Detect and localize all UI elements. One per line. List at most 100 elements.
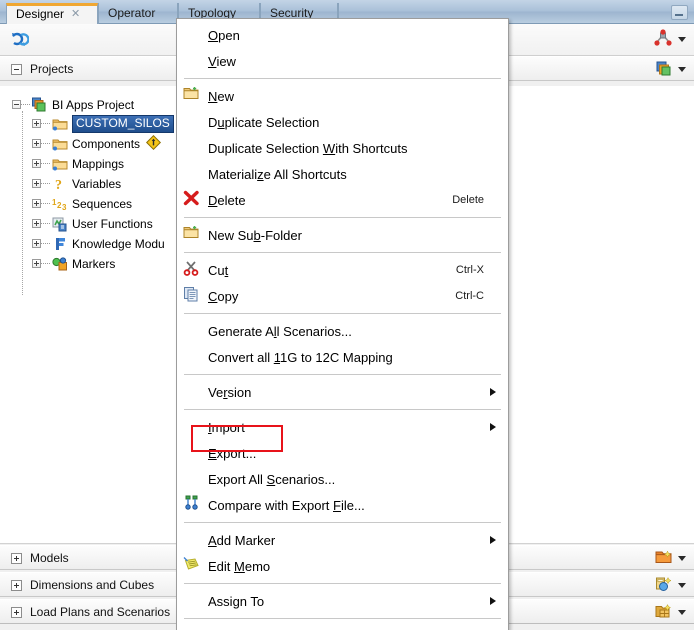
menu-separator [184, 217, 501, 218]
menu-item-new[interactable]: New [177, 83, 508, 109]
chevron-down-icon[interactable] [678, 37, 686, 42]
menu-label-export-all-scenarios: Export All Scenarios... [208, 471, 336, 487]
minimize-button[interactable] [671, 5, 688, 20]
chevron-down-icon-dimensions-and-cubes[interactable] [678, 583, 686, 588]
menu-label-delete: Delete [208, 192, 246, 208]
menu-accel-copy: Ctrl-C [455, 290, 484, 302]
chevron-down-icon-models[interactable] [678, 556, 686, 561]
menu-item-materialize-all-shortcuts[interactable]: Materialize All Shortcuts [177, 161, 508, 187]
panel-actions-load-plans-and-scenarios [655, 603, 686, 622]
menu-item-new-sub-folder[interactable]: New Sub-Folder [177, 222, 508, 248]
chevron-down-icon-projects[interactable] [678, 67, 686, 72]
menu-item-convert-all-11g-to-12c-mapping[interactable]: Convert all 11G to 12C Mapping [177, 344, 508, 370]
menu-separator [184, 583, 501, 584]
tree-line [41, 202, 50, 205]
close-icon[interactable]: ✕ [71, 8, 80, 20]
menu-icon-slot [183, 164, 205, 184]
tree-item-custom-silos[interactable]: CUSTOM_SILOS [32, 114, 174, 133]
panel-actions-models [655, 549, 686, 568]
tree-label-knowledge-modules: Knowledge Modu [72, 236, 165, 251]
tree-label-custom-silos: CUSTOM_SILOS [72, 114, 174, 133]
menu-item-copy[interactable]: Copy Ctrl-C [177, 283, 508, 309]
chevron-down-icon-load-plans-and-scenarios[interactable] [678, 610, 686, 615]
menu-label-assign-to: Assign To [208, 593, 265, 609]
menu-label-materialize-all-shortcuts: Materialize All Shortcuts [208, 166, 347, 182]
tree-item-sequences[interactable]: 1 2 3 Sequences [32, 194, 134, 213]
expand-toggle-custom-silos[interactable] [32, 119, 41, 128]
tab-operator[interactable]: Operator [98, 3, 178, 24]
delete-x-icon [183, 190, 205, 210]
menu-item-cut[interactable]: Cut Ctrl-X [177, 257, 508, 283]
menu-separator [184, 618, 501, 619]
svg-text:?: ? [55, 178, 62, 192]
menu-item-edit-memo[interactable]: Edit Memo [177, 553, 508, 579]
tree-item-components[interactable]: Components [32, 134, 162, 153]
new-model-folder-icon[interactable] [655, 549, 673, 568]
menu-label-new-sub-folder: New Sub-Folder [208, 227, 302, 243]
submenu-arrow-icon [490, 388, 496, 396]
menu-item-generate-all-scenarios[interactable]: Generate All Scenarios... [177, 318, 508, 344]
menu-item-print[interactable]: Print [177, 623, 508, 630]
copy-icon [183, 286, 205, 306]
tab-designer-label: Designer [16, 7, 65, 21]
expand-icon-models[interactable] [11, 553, 22, 564]
expand-toggle-sequences[interactable] [32, 199, 41, 208]
expand-toggle-knowledge-modules[interactable] [32, 239, 41, 248]
tab-designer[interactable]: Designer ✕ [6, 3, 98, 24]
tree-item-mappings[interactable]: Mappings [32, 154, 126, 173]
folder-icon [52, 156, 68, 172]
refresh-icon[interactable] [9, 30, 30, 50]
tree-line [41, 182, 50, 185]
expand-icon-load-plans-and-scenarios[interactable] [11, 607, 22, 618]
expand-toggle-markers[interactable] [32, 259, 41, 268]
expand-toggle-user-functions[interactable] [32, 219, 41, 228]
folder-icon [52, 116, 68, 132]
menu-item-duplicate-selection-with-shortcuts[interactable]: Duplicate Selection With Shortcuts [177, 135, 508, 161]
menu-item-compare-with-export-file[interactable]: Compare with Export File... [177, 492, 508, 518]
expand-toggle-variables[interactable] [32, 179, 41, 188]
menu-item-add-marker[interactable]: Add Marker [177, 527, 508, 553]
menu-icon-slot [183, 443, 205, 463]
tree-label-mappings: Mappings [72, 156, 125, 171]
folder-icon [52, 136, 68, 152]
menu-item-import[interactable]: Import [177, 414, 508, 440]
tree-line [41, 162, 50, 165]
tree-item-markers[interactable]: Markers [32, 254, 117, 273]
context-menu: Open View New Duplicate Selection Duplic [176, 18, 509, 630]
expand-toggle-root[interactable] [12, 100, 21, 109]
tree-item-variables[interactable]: ? Variables [32, 174, 123, 193]
connect-navigator-icon[interactable] [654, 29, 672, 50]
menu-item-view[interactable]: View [177, 48, 508, 74]
panel-actions-dimensions-and-cubes [655, 576, 686, 595]
menu-item-delete[interactable]: Delete Delete [177, 187, 508, 213]
menu-icon-slot [183, 530, 205, 550]
collapse-icon-projects[interactable] [11, 64, 22, 75]
menu-icon-slot [183, 626, 205, 630]
menu-icon-slot [183, 469, 205, 489]
menu-item-open[interactable]: Open [177, 22, 508, 48]
menu-icon-slot [183, 51, 205, 71]
new-folder-icon [183, 225, 205, 245]
tree-label-user-functions: User Functions [72, 216, 153, 231]
menu-icon-slot [183, 591, 205, 611]
tree-item-knowledge-modules[interactable]: Knowledge Modu [32, 234, 167, 253]
menu-item-version[interactable]: Version [177, 379, 508, 405]
menu-accel-delete: Delete [452, 194, 484, 206]
menu-item-duplicate-selection[interactable]: Duplicate Selection [177, 109, 508, 135]
tree-line [41, 242, 50, 245]
menu-item-export[interactable]: Export... [177, 440, 508, 466]
panel-actions-projects [656, 60, 686, 79]
new-project-icon[interactable] [656, 60, 673, 79]
menu-item-export-all-scenarios[interactable]: Export All Scenarios... [177, 466, 508, 492]
memo-icon [183, 556, 205, 576]
menu-label-import: Import [208, 419, 245, 435]
expand-toggle-mappings[interactable] [32, 159, 41, 168]
expand-toggle-components[interactable] [32, 139, 41, 148]
new-dimension-icon[interactable] [655, 576, 673, 595]
menu-item-assign-to[interactable]: Assign To [177, 588, 508, 614]
menu-label-new: New [208, 88, 235, 104]
new-load-plan-icon[interactable] [655, 603, 673, 622]
expand-icon-dimensions-and-cubes[interactable] [11, 580, 22, 591]
tree-item-user-functions[interactable]: User Functions [32, 214, 155, 233]
tree-item-bi-apps-project[interactable]: BI Apps Project [12, 95, 136, 114]
